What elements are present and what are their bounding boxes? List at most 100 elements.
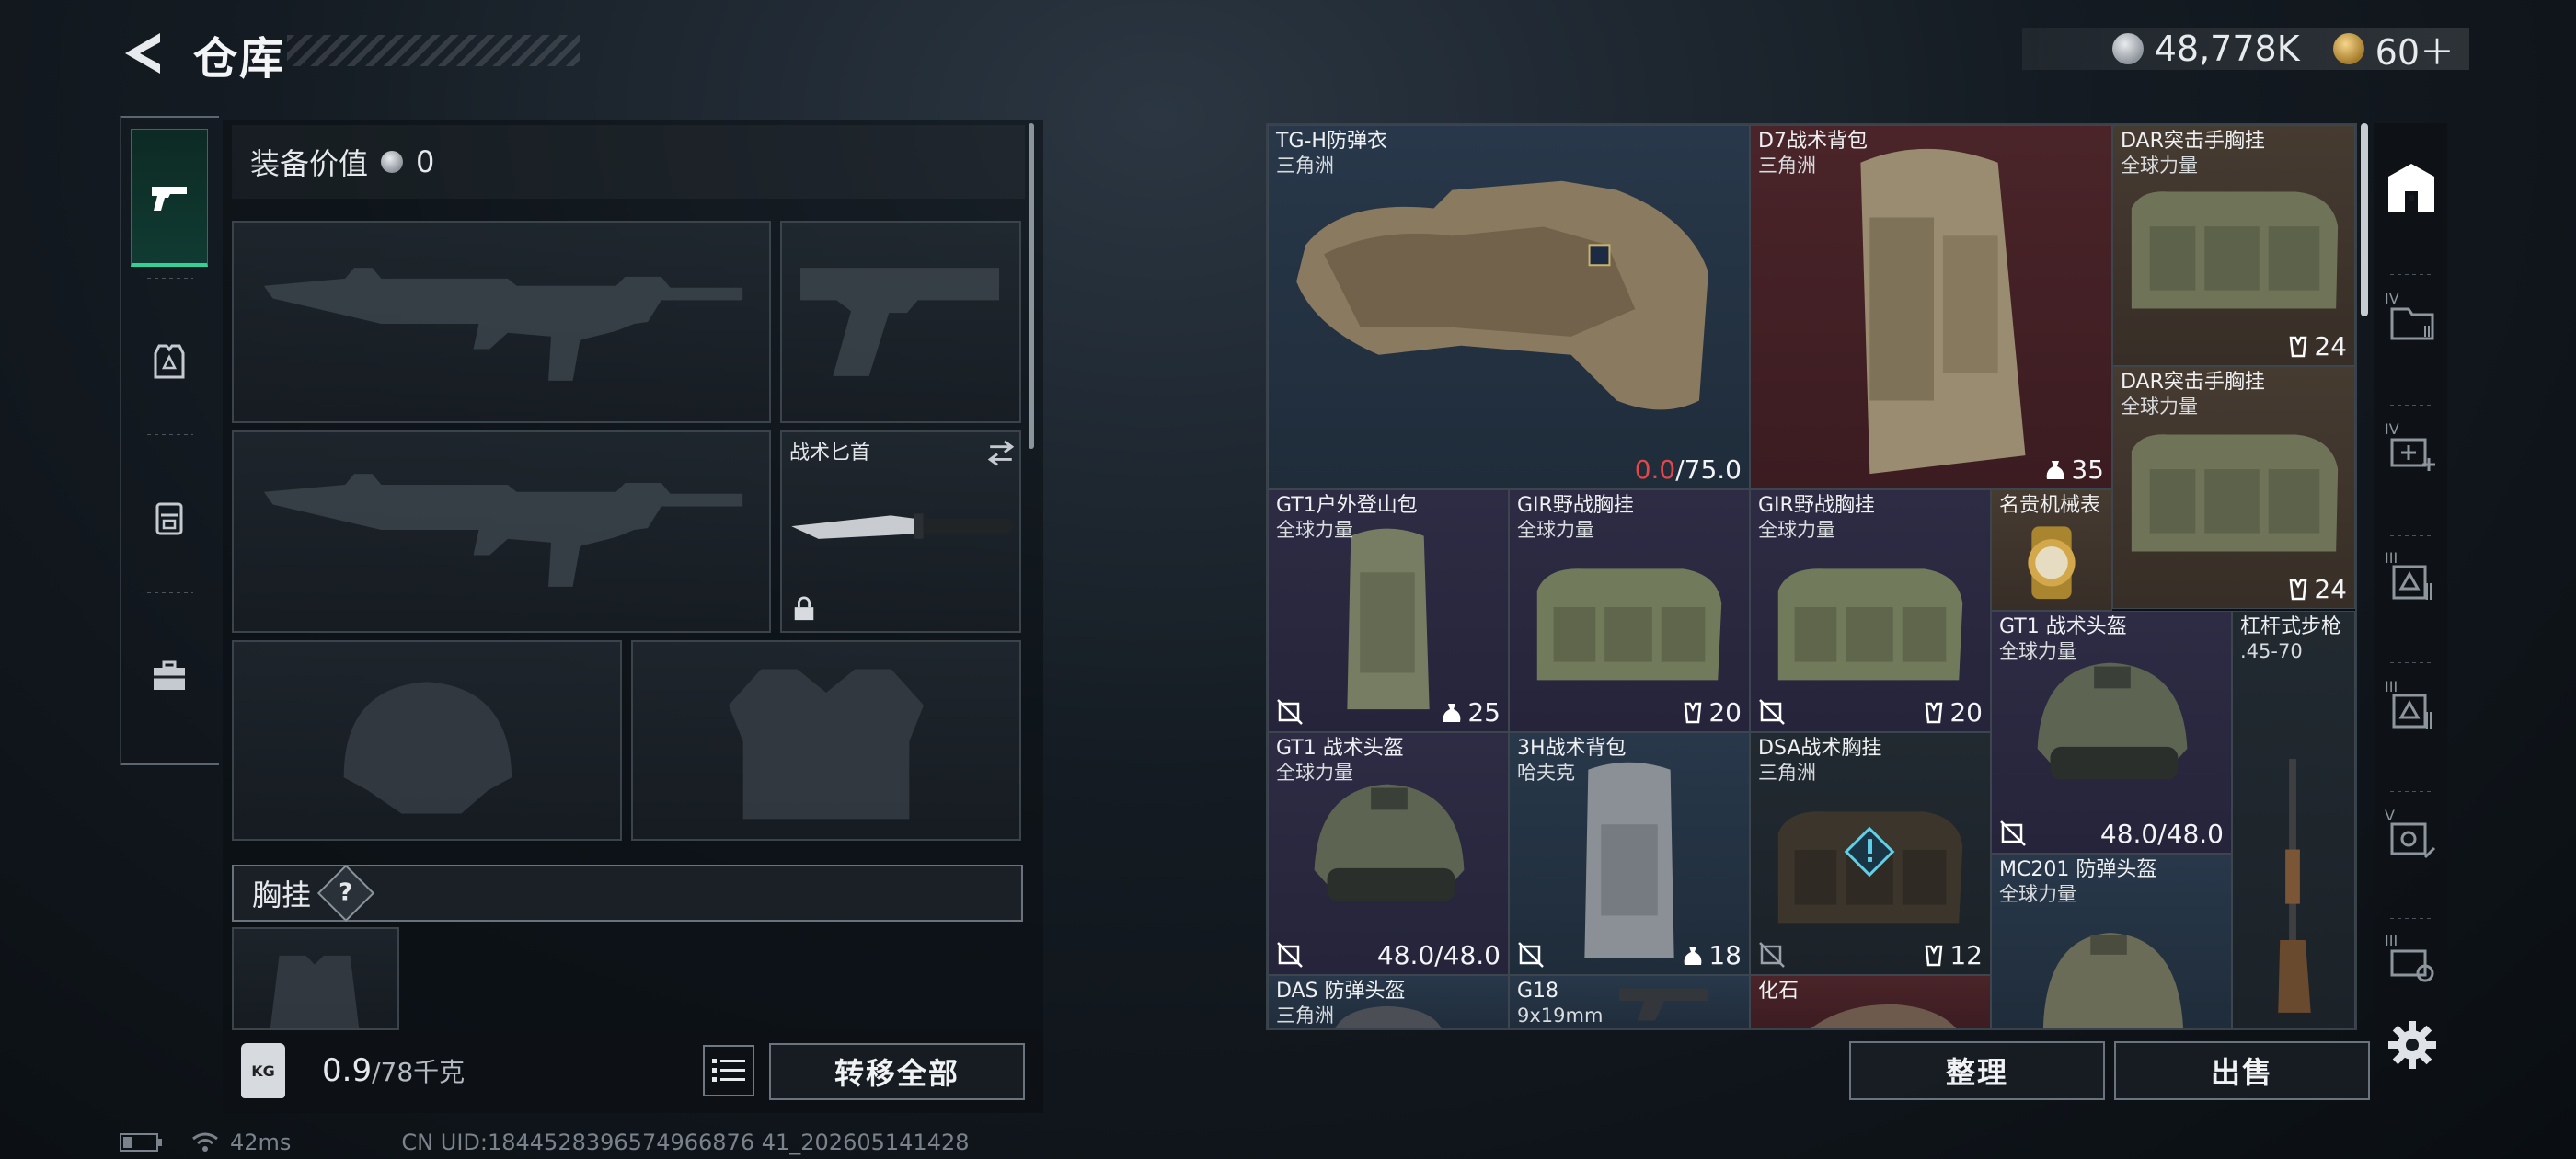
weight-bag-icon <box>1684 946 1702 965</box>
stash-tab-main[interactable] <box>2381 158 2442 219</box>
stash-item[interactable]: D7战术背包 三角洲 35 <box>1750 125 2112 489</box>
sell-button[interactable]: 出售 <box>2114 1041 2370 1100</box>
no-insure-icon <box>2000 820 2026 846</box>
weight-readout: 0.9/78千克 <box>322 1052 465 1089</box>
svg-text:IV: IV <box>2385 420 2399 438</box>
sidebar-tab-weapons[interactable] <box>131 129 208 267</box>
sidebar-divider <box>147 278 193 279</box>
tab-divider <box>2390 535 2432 536</box>
item-name: 名贵机械表 <box>1999 494 2101 517</box>
settings-button[interactable] <box>2385 1017 2440 1073</box>
title-decoration <box>287 35 580 66</box>
pistol-slot[interactable] <box>780 221 1021 423</box>
help-button[interactable]: ? <box>316 864 375 923</box>
pistol-silhouette-icon <box>800 268 1000 376</box>
svg-text:V: V <box>2385 807 2395 824</box>
gear-icon <box>2388 1021 2436 1069</box>
stash-item[interactable]: 化石 <box>1750 975 1991 1028</box>
stash-item[interactable]: 杠杆式步枪 .45-70 <box>2232 611 2355 1028</box>
pistol-icon <box>152 186 187 211</box>
item-subtitle: 全球力量 <box>1517 519 1594 541</box>
item-count: 20 <box>1708 697 1742 728</box>
item-subtitle: 全球力量 <box>1999 883 2076 905</box>
knife-slot[interactable]: 战术匕首 <box>780 430 1021 633</box>
rig-capacity-icon <box>1925 945 1943 966</box>
container-icon: III <box>2385 932 2434 982</box>
item-name: G18 <box>1517 980 1559 1003</box>
primary-weapon-slot[interactable] <box>232 221 771 423</box>
stash-item[interactable]: G18 9x19mm <box>1509 975 1750 1028</box>
stash-tab-iv-medical[interactable]: IV <box>2381 418 2442 478</box>
equipment-value: 0 <box>416 144 435 179</box>
tab-divider <box>2390 791 2432 792</box>
chest-rig-slot[interactable] <box>232 927 399 1030</box>
transfer-all-button[interactable]: 转移全部 <box>769 1043 1025 1100</box>
weight-capacity: /78千克 <box>372 1057 466 1087</box>
stash-tab-v-safe[interactable]: V <box>2381 804 2442 865</box>
stash-item[interactable]: DAS 防弹头盔 三角洲 <box>1268 975 1509 1028</box>
stash-scrollbar[interactable] <box>2361 123 2368 316</box>
equipment-value-label: 装备价值 <box>250 146 369 181</box>
stash-item[interactable]: TG-H防弹衣 三角洲 0.0/75.0 <box>1268 125 1750 489</box>
battery-icon <box>120 1133 162 1152</box>
stash-item[interactable]: 名贵机械表 <box>1991 489 2112 611</box>
stash-tab-iv-folder[interactable]: IV <box>2381 287 2442 348</box>
sort-button[interactable]: 整理 <box>1849 1041 2105 1100</box>
medical-case-icon: IV <box>2385 420 2435 471</box>
item-name: MC201 防弹头盔 <box>1999 858 2157 881</box>
folder-tier-icon: IV <box>2385 290 2434 340</box>
equipment-scrollbar[interactable] <box>1029 123 1034 449</box>
item-name: GIR野战胸挂 <box>1758 494 1875 517</box>
page-title: 仓库 <box>193 33 286 85</box>
lock-icon <box>794 596 814 621</box>
no-insure-icon <box>1277 699 1303 725</box>
gold-amount[interactable]: 60＋ <box>2375 24 2455 75</box>
item-count: 25 <box>1467 697 1501 728</box>
durability-max: /75.0 <box>1675 454 1742 485</box>
stash-item[interactable]: DSA战术胸挂 三角洲 12 <box>1750 732 1991 975</box>
armor-case-icon: III <box>2385 549 2432 600</box>
svg-text:III: III <box>2385 932 2398 949</box>
item-name: TG-H防弹衣 <box>1276 130 1387 153</box>
ping-readout: 42ms <box>230 1130 292 1155</box>
helmet-slot[interactable] <box>232 640 622 841</box>
weight-bag-icon <box>2046 460 2064 479</box>
stash-grid: TG-H防弹衣 三角洲 0.0/75.0 D7战术背包 三角洲 35 DAR突击… <box>1266 123 2357 1030</box>
stash-tab-iii-armor[interactable]: III <box>2381 546 2442 607</box>
item-subtitle: 哈夫克 <box>1517 762 1575 784</box>
sidebar-divider <box>147 592 193 593</box>
weight-icon: KG <box>241 1043 285 1098</box>
svg-text:IV: IV <box>2385 290 2399 307</box>
stash-tab-iii-armor-2[interactable]: III <box>2381 675 2442 736</box>
item-count: 12 <box>1949 940 1983 970</box>
stash-item[interactable]: MC201 防弹头盔 全球力量 <box>1991 854 2232 1028</box>
list-view-button[interactable] <box>703 1045 754 1096</box>
item-subtitle: 全球力量 <box>2121 155 2198 177</box>
sidebar-tab-toolbox[interactable] <box>131 607 208 745</box>
item-subtitle: 全球力量 <box>2121 396 2198 418</box>
rig-capacity-icon <box>1925 702 1943 723</box>
back-button[interactable] <box>120 28 166 79</box>
stash-item[interactable]: GT1 战术头盔 全球力量 48.0/48.0 <box>1991 611 2232 854</box>
stash-tab-iii-container[interactable]: III <box>2381 929 2442 990</box>
item-name: GT1户外登山包 <box>1276 494 1418 517</box>
stash-item[interactable]: GT1户外登山包 全球力量 25 <box>1268 489 1509 732</box>
helmet-silhouette-icon <box>343 682 512 814</box>
rifle-silhouette-icon <box>263 474 743 587</box>
wifi-icon <box>192 1132 218 1152</box>
toolbox-icon <box>154 660 185 690</box>
stash-item[interactable]: 3H战术背包 哈夫克 18 <box>1509 732 1750 975</box>
sidebar-tab-backpack[interactable] <box>131 449 208 587</box>
sidebar-tab-armor[interactable] <box>131 293 208 430</box>
item-count: 24 <box>2314 331 2347 361</box>
stash-item[interactable]: GIR野战胸挂 全球力量 20 <box>1750 489 1991 732</box>
item-subtitle: 全球力量 <box>1999 640 2076 662</box>
stash-item[interactable]: DAR突击手胸挂 全球力量 24 <box>2112 366 2355 609</box>
item-count: 20 <box>1949 697 1983 728</box>
secondary-weapon-slot[interactable] <box>232 430 771 633</box>
item-name: DAR突击手胸挂 <box>2121 371 2265 394</box>
stash-item[interactable]: GIR野战胸挂 全球力量 20 <box>1509 489 1750 732</box>
stash-item[interactable]: DAR突击手胸挂 全球力量 24 <box>2112 125 2355 366</box>
stash-item[interactable]: GT1 战术头盔 全球力量 48.0/48.0 <box>1268 732 1509 975</box>
body-armor-slot[interactable] <box>631 640 1021 841</box>
